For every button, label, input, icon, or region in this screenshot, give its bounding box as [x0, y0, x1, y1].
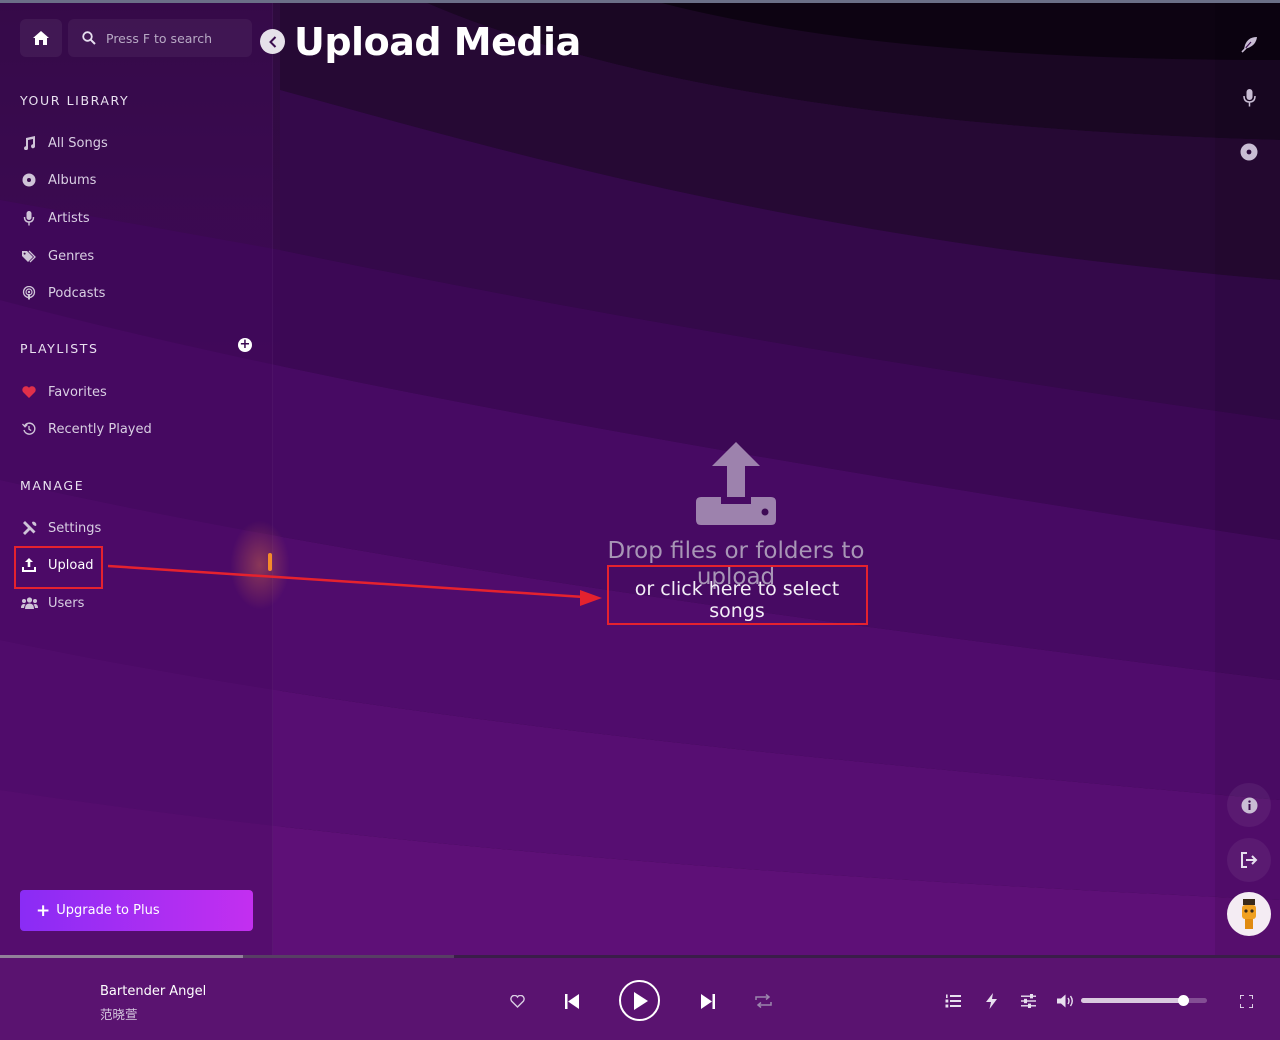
- add-playlist-icon[interactable]: +: [238, 338, 252, 352]
- sidebar-item-label: Podcasts: [48, 285, 106, 301]
- expand-icon: [1239, 994, 1253, 1008]
- logout-button[interactable]: [1227, 838, 1271, 882]
- visualizer-button[interactable]: [982, 992, 1000, 1010]
- sidebar-item-label: Users: [48, 595, 85, 611]
- user-avatar[interactable]: [1227, 892, 1271, 936]
- volume-slider-handle[interactable]: [1177, 995, 1189, 1006]
- history-icon: [20, 420, 38, 438]
- sidebar-item-label: Genres: [48, 248, 95, 264]
- sidebar-item-genres[interactable]: Genres: [20, 243, 94, 269]
- sidebar-item-label: Recently Played: [48, 421, 152, 437]
- sidebar-item-all-songs[interactable]: All Songs: [20, 130, 108, 156]
- sidebar-item-label: Settings: [48, 520, 102, 536]
- plus-icon: +: [36, 900, 51, 921]
- upload-cloud-icon[interactable]: [694, 442, 778, 530]
- sidebar-item-settings[interactable]: Settings: [20, 515, 101, 541]
- search-box[interactable]: [68, 19, 252, 57]
- page-title: Upload Media: [294, 20, 581, 64]
- sidebar-item-artists[interactable]: Artists: [20, 205, 90, 231]
- artist-info-button[interactable]: [1232, 81, 1266, 115]
- skip-back-icon: [565, 993, 579, 1009]
- window-top-border: [0, 0, 1280, 3]
- like-button[interactable]: [508, 992, 526, 1010]
- sidebar-item-label: All Songs: [48, 135, 108, 151]
- podcast-icon: [20, 284, 38, 302]
- equalizer-button[interactable]: [1018, 992, 1038, 1010]
- upgrade-label: Upgrade to Plus: [56, 903, 160, 918]
- play-button[interactable]: [619, 980, 660, 1021]
- sidebar-item-podcasts[interactable]: Podcasts: [20, 280, 105, 306]
- mute-button[interactable]: [1056, 992, 1076, 1010]
- sidebar-item-recently-played[interactable]: Recently Played: [20, 416, 152, 442]
- about-button[interactable]: [1227, 783, 1271, 827]
- volume-icon: [1057, 994, 1073, 1008]
- skip-forward-icon: [701, 993, 715, 1009]
- search-input[interactable]: [106, 30, 246, 46]
- sidebar-item-label: Albums: [48, 172, 97, 188]
- tools-icon: [20, 519, 38, 537]
- feather-icon: [1240, 36, 1257, 53]
- home-icon: [33, 31, 49, 45]
- lightning-icon: [985, 993, 997, 1009]
- disc-icon: [1240, 143, 1258, 161]
- microphone-icon: [1242, 89, 1256, 107]
- home-button[interactable]: [20, 19, 62, 57]
- now-playing-title[interactable]: Bartender Angel: [100, 984, 206, 999]
- next-button[interactable]: [698, 991, 718, 1011]
- sidebar-item-favorites[interactable]: Favorites: [20, 379, 107, 405]
- upgrade-button[interactable]: + Upgrade to Plus: [20, 890, 253, 931]
- tags-icon: [20, 247, 38, 265]
- sidebar-item-label: Favorites: [48, 384, 107, 400]
- ordered-list-icon: [945, 994, 961, 1008]
- heart-outline-icon: [509, 994, 525, 1008]
- repeat-button[interactable]: [753, 991, 773, 1011]
- heart-icon: [20, 383, 38, 401]
- manage-section-title: MANAGE: [20, 478, 85, 493]
- collapse-sidebar-button[interactable]: [260, 29, 285, 54]
- fullscreen-button[interactable]: [1237, 992, 1255, 1010]
- album-info-button[interactable]: [1232, 135, 1266, 169]
- sidebar-item-users[interactable]: Users: [20, 590, 84, 616]
- logout-icon: [1241, 852, 1258, 868]
- search-icon: [82, 31, 96, 45]
- playlists-section-title: PLAYLISTS: [20, 341, 99, 356]
- music-note-icon: [20, 134, 38, 152]
- queue-button[interactable]: [943, 992, 963, 1010]
- volume-slider-fill: [1081, 998, 1184, 1003]
- now-playing-artist[interactable]: 范晓萱: [100, 1004, 138, 1023]
- chevron-left-icon: [268, 35, 276, 48]
- sidebar-resize-glow: [230, 520, 290, 610]
- sliders-icon: [1020, 994, 1036, 1008]
- avatar-image: [1242, 899, 1256, 929]
- users-icon: [20, 594, 38, 612]
- play-icon: [633, 991, 648, 1010]
- lyrics-button[interactable]: [1232, 27, 1266, 61]
- sidebar-item-label: Artists: [48, 210, 90, 226]
- microphone-icon: [20, 209, 38, 227]
- sidebar-item-albums[interactable]: Albums: [20, 167, 96, 193]
- sidebar-resize-handle[interactable]: [268, 553, 272, 571]
- library-section-title: YOUR LIBRARY: [20, 93, 130, 108]
- info-icon: [1241, 797, 1257, 813]
- previous-button[interactable]: [562, 991, 582, 1011]
- disc-icon: [20, 171, 38, 189]
- annotation-box-select-songs: [607, 565, 868, 625]
- annotation-box-upload: [14, 546, 103, 589]
- repeat-icon: [754, 994, 772, 1008]
